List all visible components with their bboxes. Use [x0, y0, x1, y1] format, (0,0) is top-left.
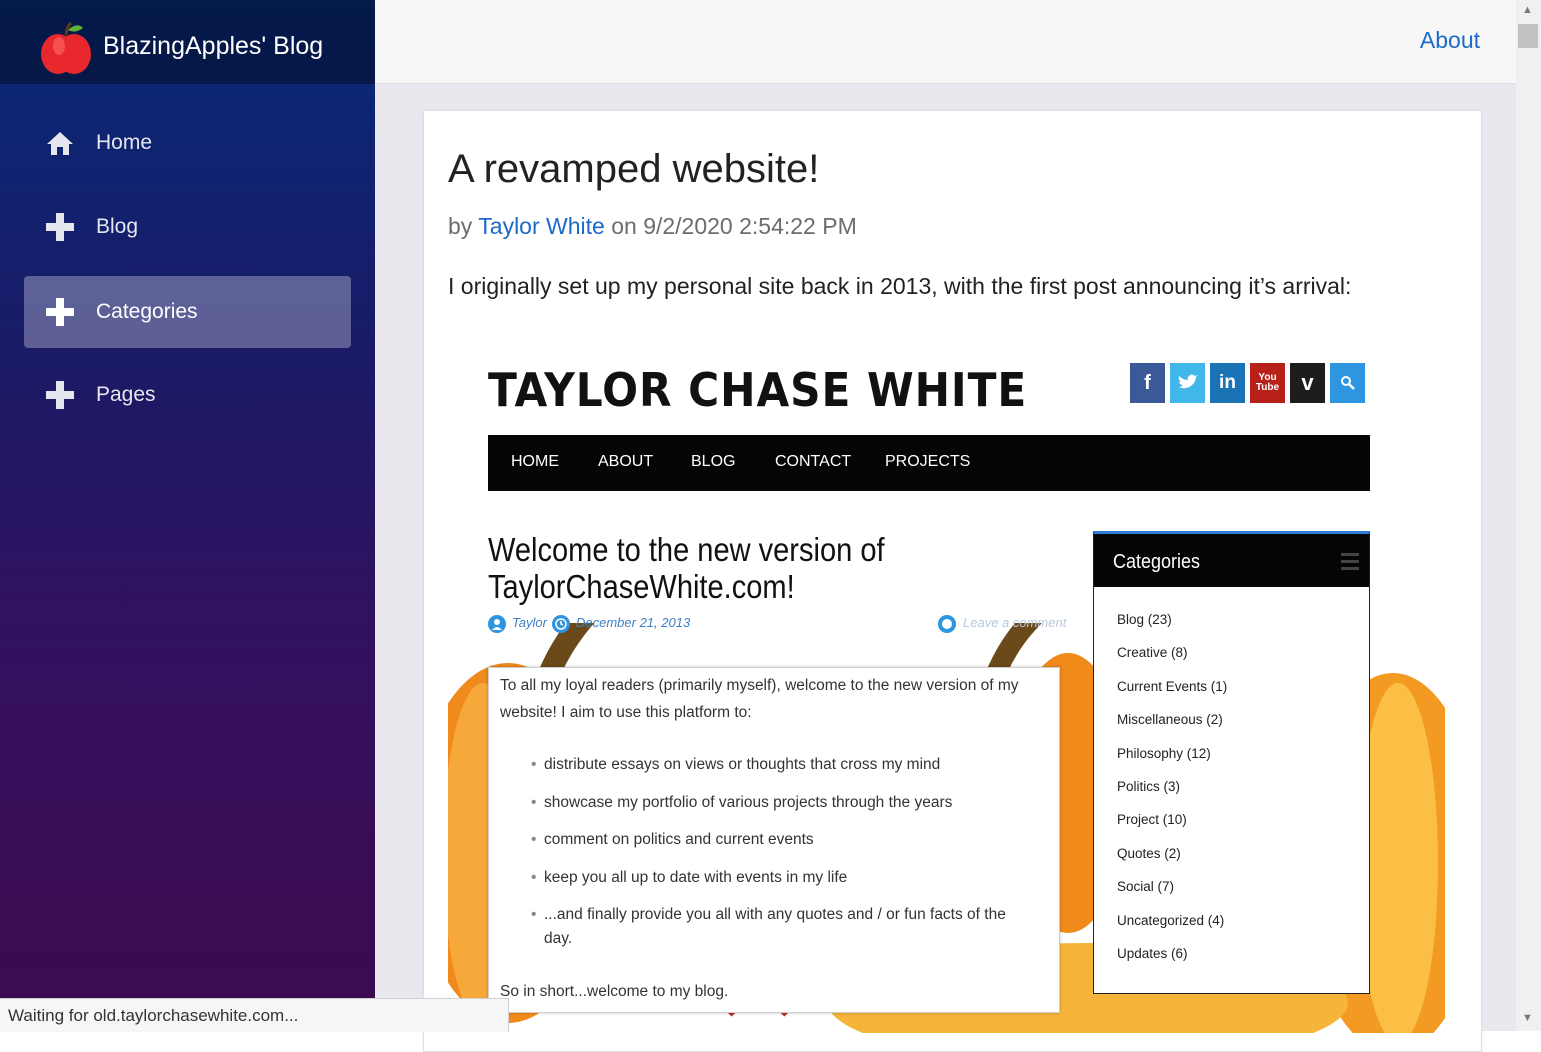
sidebar-item-label: Pages [96, 383, 156, 406]
sidebar-item-label: Blog [96, 215, 139, 238]
list-item: Miscellaneous (2) [1117, 712, 1223, 728]
meta-by: by [448, 213, 473, 239]
old-categories-header: Categories [1094, 534, 1369, 587]
old-categories-widget: Categories Blog (23) Creative (8) Curren… [1093, 531, 1370, 994]
sidebar-item-categories[interactable]: Categories [24, 276, 351, 348]
list-item: showcase my portfolio of various project… [513, 791, 1033, 815]
old-meta-date: December 21, 2013 [576, 615, 691, 630]
sidebar-item-blog[interactable]: Blog [24, 191, 351, 263]
about-link[interactable]: About [1420, 27, 1480, 54]
menu-icon [1341, 553, 1359, 570]
old-nav-home: HOME [511, 453, 559, 470]
post-card: A revamped website! by Taylor White on 9… [423, 110, 1482, 1052]
list-item: Politics (3) [1117, 778, 1181, 794]
list-item: keep you all up to date with events in m… [513, 866, 1033, 890]
status-bar: Waiting for old.taylorchasewhite.com... [0, 998, 509, 1032]
old-nav-about: ABOUT [598, 453, 654, 470]
plus-icon [46, 381, 74, 409]
list-item: ...and finally provide you all with any … [513, 903, 1033, 951]
sidebar-item-pages[interactable]: Pages [24, 359, 351, 431]
list-item: Quotes (2) [1117, 845, 1181, 861]
plus-icon [46, 213, 74, 241]
old-post-content: To all my loyal readers (primarily mysel… [488, 667, 1060, 1013]
old-heading-line1: Welcome to the new version of [488, 531, 885, 568]
list-item: Social (7) [1117, 879, 1175, 895]
comment-icon [938, 615, 956, 636]
status-text: Waiting for old.taylorchasewhite.com... [8, 1006, 299, 1025]
old-meta-author: Taylor [512, 615, 547, 630]
old-site-title: TAYLOR CHASE WHITE [488, 363, 1028, 417]
post-title: A revamped website! [448, 147, 820, 191]
author-link[interactable]: Taylor White [478, 213, 605, 239]
twitter-icon [1170, 363, 1205, 403]
old-categories-list: Blog (23) Creative (8) Current Events (1… [1117, 612, 1227, 979]
search-icon [1330, 363, 1365, 403]
post-intro: I originally set up my personal site bac… [448, 273, 1352, 299]
old-post-paragraph: To all my loyal readers (primarily mysel… [500, 677, 1019, 721]
brand-bar[interactable]: BlazingApples' Blog [0, 0, 375, 84]
list-item: Project (10) [1117, 812, 1187, 828]
user-icon [488, 615, 506, 636]
list-item: Updates (6) [1117, 945, 1188, 961]
sidebar-item-label: Home [96, 131, 153, 154]
clock-icon [552, 615, 570, 636]
old-post-bullets: distribute essays on views or thoughts t… [513, 753, 1033, 965]
old-site-heading: Welcome to the new version of TaylorChas… [488, 531, 885, 605]
old-post-closing: So in short...welcome to my blog. [500, 983, 729, 1000]
old-categories-title: Categories [1113, 551, 1201, 573]
list-item: comment on politics and current events [513, 828, 1033, 852]
vimeo-icon: v [1290, 363, 1325, 403]
linkedin-icon: in [1210, 363, 1245, 403]
list-item: Current Events (1) [1117, 678, 1228, 694]
old-nav-projects: PROJECTS [885, 453, 971, 470]
list-item: Blog (23) [1117, 612, 1172, 627]
list-item: Uncategorized (4) [1117, 912, 1225, 928]
scroll-down-icon[interactable]: ▼ [1522, 1012, 1533, 1024]
scrollbar-thumb[interactable] [1518, 24, 1538, 48]
facebook-icon: f [1130, 363, 1165, 403]
plus-icon [46, 298, 74, 326]
list-item: Philosophy (12) [1117, 745, 1211, 761]
old-nav-blog: BLOG [691, 453, 736, 470]
list-item: Creative (8) [1117, 645, 1188, 661]
post-meta: by Taylor White on 9/2/2020 2:54:22 PM [448, 213, 857, 240]
old-site-nav: HOME ABOUT BLOG CONTACT PROJECTS [488, 435, 1370, 491]
old-heading-line2: TaylorChaseWhite.com! [488, 568, 795, 605]
sidebar: BlazingApples' Blog Home Blog Categories… [0, 0, 375, 1031]
page-scrollbar[interactable]: ▲ ▼ [1516, 0, 1541, 1031]
old-site-screenshot: TAYLOR CHASE WHITE f in You Tube v HOME A… [448, 333, 1445, 1033]
old-nav-contact: CONTACT [775, 453, 852, 470]
sidebar-item-label: Categories [96, 300, 198, 323]
meta-date: on 9/2/2020 2:54:22 PM [611, 213, 857, 239]
list-item: distribute essays on views or thoughts t… [513, 753, 1033, 777]
main-area: A revamped website! by Taylor White on 9… [375, 84, 1516, 1052]
youtube-icon: You Tube [1250, 363, 1285, 403]
old-meta-comment: Leave a comment [963, 615, 1067, 630]
apple-icon [37, 20, 95, 78]
brand-title[interactable]: BlazingApples' Blog [103, 32, 323, 61]
scroll-up-icon[interactable]: ▲ [1522, 4, 1533, 16]
top-bar: About [375, 0, 1516, 84]
home-icon [46, 129, 74, 157]
sidebar-item-home[interactable]: Home [24, 107, 351, 179]
